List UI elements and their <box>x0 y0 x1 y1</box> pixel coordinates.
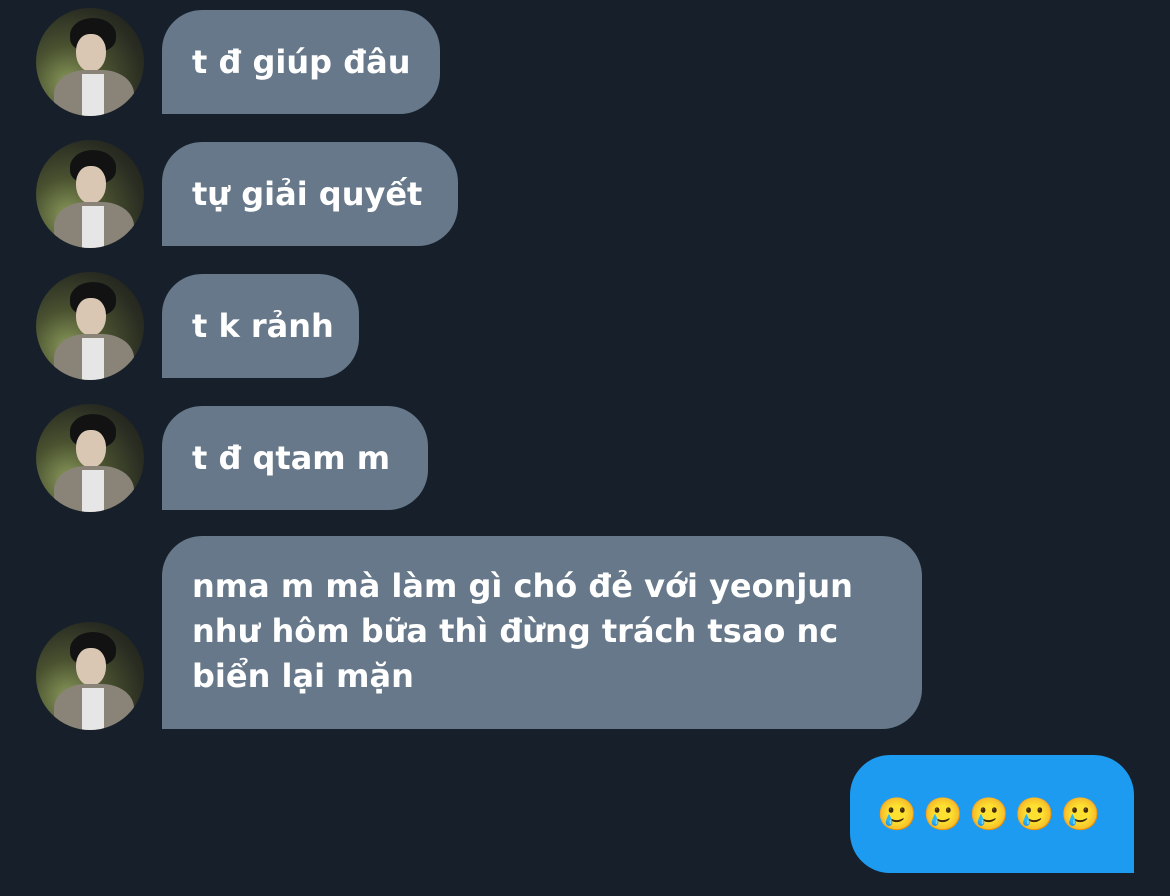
message-text: t đ qtam m <box>192 439 391 477</box>
message-text: tự giải quyết <box>192 175 423 213</box>
message-bubble-outgoing[interactable]: 🥲🥲🥲🥲🥲 <box>850 755 1134 873</box>
sender-avatar[interactable] <box>36 140 144 248</box>
message-text-line: như hôm bữa thì đừng trách tsao nc <box>192 612 839 650</box>
message-bubble-incoming[interactable]: nma m mà làm gì chó đẻ với yeonjun như h… <box>162 536 922 729</box>
message-bubble-incoming[interactable]: t đ giúp đâu <box>162 10 440 114</box>
message-text-line: biển lại mặn <box>192 657 414 695</box>
sender-avatar[interactable] <box>36 622 144 730</box>
sender-avatar[interactable] <box>36 404 144 512</box>
sender-avatar[interactable] <box>36 272 144 380</box>
message-text-line: nma m mà làm gì chó đẻ với yeonjun <box>192 567 853 605</box>
message-text: t đ giúp đâu <box>192 43 411 81</box>
message-emoji-text: 🥲🥲🥲🥲🥲 <box>877 795 1107 833</box>
message-bubble-incoming[interactable]: t k rảnh <box>162 274 359 378</box>
message-text: t k rảnh <box>192 307 334 345</box>
message-bubble-incoming[interactable]: t đ qtam m <box>162 406 428 510</box>
sender-avatar[interactable] <box>36 8 144 116</box>
message-bubble-incoming[interactable]: tự giải quyết <box>162 142 458 246</box>
